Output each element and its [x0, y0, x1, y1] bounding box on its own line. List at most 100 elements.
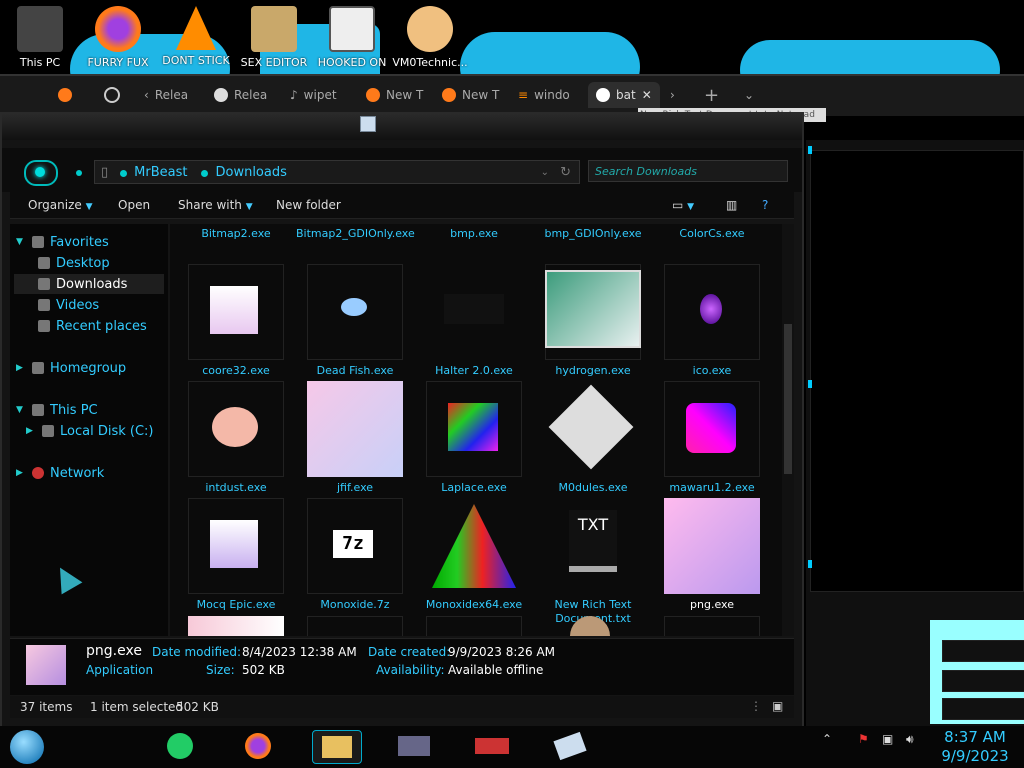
expand-arrow-icon: ▼ — [16, 405, 23, 415]
desktop-icon-sex-editor[interactable]: SEX EDITOR — [234, 4, 314, 69]
scrollbar-thumb[interactable] — [784, 324, 792, 474]
dropdown-icon[interactable]: ⌄ — [541, 167, 549, 178]
browser-tab-4[interactable]: New T — [366, 82, 423, 108]
sidebar-item-local-disk[interactable]: ▶ Local Disk (C:) — [26, 421, 153, 441]
desktop-icon-hooked-on[interactable]: HOOKED ON — [312, 4, 392, 69]
network-tray-icon[interactable]: ▣ — [882, 732, 893, 746]
refresh-icon[interactable]: ↻ — [560, 165, 571, 180]
globe-icon[interactable] — [104, 82, 120, 108]
sidebar-item-this-pc[interactable]: ▼ This PC — [16, 400, 98, 420]
file-name[interactable]: bmp_GDIOnly.exe — [534, 227, 652, 240]
firefox-menu-icon[interactable] — [58, 82, 72, 108]
file-tile-halter[interactable]: Halter 2.0.exe — [426, 264, 522, 378]
partial-tile[interactable] — [307, 616, 403, 636]
change-view-icon[interactable]: ▭ ▼ — [672, 198, 694, 212]
breadcrumb-mrbeast[interactable]: MrBeast — [120, 165, 187, 180]
sidebar-item-desktop[interactable]: Desktop — [38, 253, 110, 273]
file-tile-laplace[interactable]: Laplace.exe — [426, 381, 522, 495]
recent-dot-icon[interactable] — [76, 170, 82, 176]
chevron-right-icon[interactable]: › — [670, 82, 675, 108]
large-icons-view-icon[interactable]: ▣ — [772, 699, 783, 713]
share-with-button[interactable]: Share with ▼ — [178, 198, 253, 212]
github-icon — [214, 88, 228, 102]
file-tile-png[interactable]: png.exe — [664, 498, 760, 612]
start-button[interactable] — [10, 730, 44, 764]
browser-tab-7[interactable]: bat ✕ — [588, 82, 660, 108]
sidebar-item-videos[interactable]: Videos — [38, 295, 99, 315]
file-name[interactable]: bmp.exe — [415, 227, 533, 240]
browser-tab-6[interactable]: ≡ windo — [518, 82, 570, 108]
file-tile-m0dules[interactable]: M0dules.exe — [545, 381, 641, 495]
file-name[interactable]: ColorCs.exe — [653, 227, 771, 240]
file-tile-intdust[interactable]: intdust.exe — [188, 381, 284, 495]
browser-tab-1[interactable]: ‹ Relea — [144, 82, 188, 108]
file-tile-ico[interactable]: ico.exe — [664, 264, 760, 378]
file-tile-coore32[interactable]: coore32.exe — [188, 264, 284, 378]
availability-label: Availability: — [376, 663, 445, 677]
new-tab-button[interactable]: + — [704, 82, 719, 108]
partial-tile[interactable] — [426, 616, 522, 636]
new-folder-button[interactable]: New folder — [276, 198, 341, 212]
show-hidden-icons-icon[interactable]: ⌃ — [822, 732, 832, 746]
browser-tab-strip: ‹ Relea Relea ♪ wipet New T New T ≡ windo b… — [0, 74, 1024, 116]
preview-pane-icon[interactable]: ▥ — [726, 198, 737, 212]
gamepad-icon[interactable] — [468, 730, 516, 762]
vlc-cone-icon — [176, 6, 216, 50]
system-clock[interactable]: 8:37 AM 9/9/2023 — [932, 728, 1018, 766]
organize-button[interactable]: Organize ▼ — [28, 198, 93, 212]
computer-icon — [32, 404, 44, 416]
maze-icon — [329, 6, 375, 52]
action-center-icon[interactable]: ⚑ — [858, 732, 869, 746]
sidebar-item-downloads[interactable]: Downloads — [14, 274, 164, 294]
volume-icon[interactable]: 🔊︎ — [906, 732, 914, 747]
help-icon[interactable]: ? — [762, 198, 768, 212]
firefox-icon[interactable] — [234, 730, 282, 762]
explorer-icon[interactable] — [312, 730, 362, 764]
partial-tile[interactable] — [664, 616, 760, 636]
file-name[interactable]: Bitmap2_GDIOnly.exe — [296, 227, 415, 240]
desktop-icon-this-pc[interactable]: This PC — [0, 4, 80, 69]
sidebar-item-homegroup[interactable]: ▶ Homegroup — [16, 358, 126, 378]
fish-icon — [341, 298, 367, 316]
file-tile-new-rich-text[interactable]: TXT New Rich Text Document.txt — [545, 498, 641, 625]
file-tile-mawaru[interactable]: mawaru1.2.exe — [664, 381, 760, 495]
details-view-icon[interactable]: ⋮ — [750, 699, 762, 713]
file-tile-jfif[interactable]: jfif.exe — [307, 381, 403, 495]
card-icon[interactable] — [390, 730, 438, 762]
partial-tile[interactable] — [188, 616, 284, 636]
expand-arrow-icon: ▶ — [26, 426, 33, 436]
file-tile-hydrogen[interactable]: hydrogen.exe — [545, 264, 641, 378]
close-tab-icon[interactable]: ✕ — [642, 88, 652, 102]
search-input[interactable]: Search Downloads — [588, 160, 788, 182]
expand-arrow-icon: ▶ — [16, 363, 23, 373]
desktop-icon-dont-stick[interactable]: DONT STICK — [156, 4, 236, 67]
vertical-scrollbar[interactable] — [782, 224, 794, 636]
back-forward-orb[interactable] — [24, 160, 58, 186]
file-tile-mocq-epic[interactable]: Mocq Epic.exe — [188, 498, 284, 612]
file-tile-monoxidex64[interactable]: Monoxidex64.exe — [426, 498, 522, 612]
browser-tab-2[interactable]: Relea — [214, 82, 267, 108]
sidebar-item-network[interactable]: ▶ Network — [16, 463, 104, 483]
sidebar-item-favorites[interactable]: ▼ Favorites — [16, 232, 109, 252]
availability-value: Available offline — [448, 663, 544, 677]
file-tile-dead-fish[interactable]: Dead Fish.exe — [307, 264, 403, 378]
desktop-icon-vm0technic[interactable]: VM0Technic... — [390, 4, 470, 69]
file-tile-monoxide-7z[interactable]: 7z Monoxide.7z — [307, 498, 403, 612]
address-bar[interactable]: ▯ MrBeast Downloads ⌄ ↻ — [94, 160, 580, 184]
navigation-pane: ▼ Favorites Desktop Downloads Videos Rece… — [10, 224, 168, 636]
desktop-icon-furry-fux[interactable]: FURRY FUX — [78, 4, 158, 69]
breadcrumb-downloads[interactable]: Downloads — [201, 165, 287, 180]
firefox-icon — [442, 88, 456, 102]
notepad-icon[interactable] — [546, 730, 594, 762]
sidebar-item-recent-places[interactable]: Recent places — [38, 316, 147, 336]
date-created-label: Date created: — [368, 645, 451, 659]
sheets-icon[interactable] — [156, 730, 204, 762]
open-button[interactable]: Open — [118, 198, 150, 212]
chevron-down-icon[interactable]: ⌄ — [744, 82, 754, 108]
explorer-titlebar[interactable] — [2, 114, 802, 140]
browser-tab-3[interactable]: ♪ wipet — [290, 82, 337, 108]
browser-tab-5[interactable]: New T — [442, 82, 499, 108]
file-name[interactable]: Bitmap2.exe — [177, 227, 295, 240]
size-value: 502 KB — [242, 663, 285, 677]
blank-exe-icon — [444, 294, 504, 324]
